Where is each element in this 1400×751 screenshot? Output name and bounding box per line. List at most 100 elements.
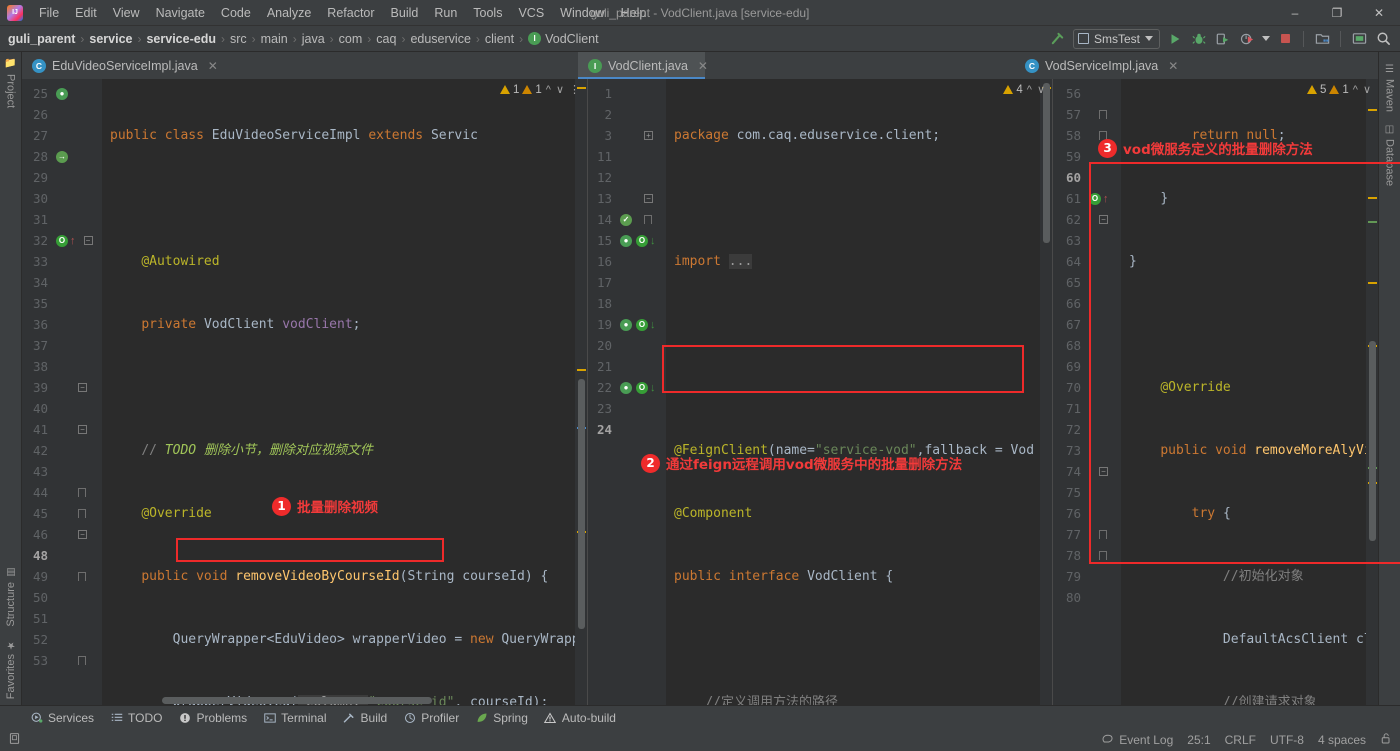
breadcrumb-item-main[interactable]: main (261, 32, 288, 46)
fold-end-icon[interactable] (78, 656, 86, 665)
chevron-up-icon[interactable]: ^ (1026, 84, 1033, 96)
breadcrumb-item-vodclient[interactable]: I VodClient (528, 32, 599, 46)
tab-eduvideoserviceimpl[interactable]: C EduVideoServiceImpl.java ✕ (22, 52, 218, 79)
override-icon[interactable]: O (56, 234, 68, 247)
menu-tools[interactable]: Tools (465, 3, 510, 23)
file-encoding[interactable]: UTF-8 (1270, 733, 1304, 747)
profile-button[interactable] (1238, 30, 1256, 48)
menu-view[interactable]: View (105, 3, 148, 23)
code-content-middle[interactable]: package com.caq.eduservice.client; impor… (666, 79, 1040, 705)
chevron-down-icon[interactable]: ∨ (1362, 83, 1372, 96)
fold-icon[interactable]: − (1099, 215, 1108, 224)
vertical-scroll-thumb[interactable] (578, 379, 585, 629)
toolwindow-auto-build[interactable]: Auto-build (544, 711, 616, 725)
fold-icon[interactable]: − (644, 194, 653, 203)
override-icon[interactable]: O (636, 381, 648, 394)
inspection-widget-right[interactable]: 5 1 ^ ∨ (1306, 83, 1372, 96)
breadcrumb-item-com[interactable]: com (339, 32, 363, 46)
close-icon[interactable]: ✕ (1168, 59, 1178, 73)
toolwindow-todo[interactable]: TODO (110, 711, 162, 725)
close-icon[interactable]: ✕ (698, 59, 708, 73)
fold-icon[interactable]: − (78, 425, 87, 434)
fold-end-icon[interactable] (644, 215, 652, 224)
bean-icon[interactable]: ● (56, 87, 68, 100)
spring-bean-icon[interactable]: ✓ (620, 213, 632, 226)
breadcrumb-item-guli-parent[interactable]: guli_parent (8, 32, 75, 46)
line-separator[interactable]: CRLF (1225, 733, 1256, 747)
error-stripe-left[interactable] (575, 79, 587, 705)
minimize-button[interactable]: – (1274, 0, 1316, 26)
horizontal-scrollbar[interactable] (162, 697, 432, 704)
breadcrumb-item-caq[interactable]: caq (376, 32, 396, 46)
sidebar-item-favorites[interactable]: Favorites ★ (5, 633, 17, 705)
run-button[interactable] (1166, 30, 1184, 48)
update-project-icon[interactable] (1313, 30, 1331, 48)
inspection-widget-middle[interactable]: 4 ^ ∨ (1003, 83, 1046, 96)
code-content-left[interactable]: public class EduVideoServiceImpl extends… (102, 79, 575, 705)
code-content-right[interactable]: return null; } } @Override public void r… (1121, 79, 1366, 705)
error-stripe-middle[interactable] (1040, 79, 1052, 705)
menu-navigate[interactable]: Navigate (148, 3, 213, 23)
menu-help[interactable]: Help (613, 3, 655, 23)
chevron-down-icon[interactable] (1262, 36, 1270, 41)
search-everywhere-icon[interactable] (1374, 30, 1392, 48)
event-log-button[interactable]: Event Log (1102, 733, 1173, 748)
presentation-icon[interactable] (1350, 30, 1368, 48)
sidebar-item-maven[interactable]: ☰ Maven (1384, 58, 1396, 118)
fold-icon[interactable]: − (78, 530, 87, 539)
breadcrumb-item-service-edu[interactable]: service-edu (146, 32, 215, 46)
indent-setting[interactable]: 4 spaces (1318, 733, 1366, 747)
menu-build[interactable]: Build (383, 3, 427, 23)
more-options-icon[interactable]: ⋮ (568, 83, 581, 96)
chevron-down-icon[interactable]: ∨ (1036, 83, 1046, 96)
fold-end-icon[interactable] (1099, 530, 1107, 539)
run-configuration-selector[interactable]: SmsTest (1072, 28, 1160, 49)
implemented-icon[interactable]: ● (620, 234, 632, 247)
chevron-up-icon[interactable]: ^ (545, 84, 552, 96)
toolwindow-spring[interactable]: Spring (475, 711, 528, 725)
toolwindow-build[interactable]: Build (343, 711, 387, 725)
menu-code[interactable]: Code (213, 3, 259, 23)
chevron-up-icon[interactable]: ^ (1352, 84, 1359, 96)
menu-file[interactable]: File (31, 3, 67, 23)
sidebar-item-database[interactable]: ◫ Database (1384, 118, 1396, 192)
inspection-widget-left[interactable]: 1 1 ^ ∨ ⋮ (499, 83, 581, 96)
run-with-coverage-button[interactable] (1214, 30, 1232, 48)
breadcrumb-item-src[interactable]: src (230, 32, 247, 46)
autowired-bean-icon[interactable]: → (56, 150, 68, 163)
implemented-icon[interactable]: ● (620, 381, 632, 394)
toolwindow-services[interactable]: Services (30, 711, 94, 725)
menu-refactor[interactable]: Refactor (319, 3, 382, 23)
memory-indicator-icon[interactable] (8, 732, 21, 748)
chevron-down-icon[interactable]: ∨ (555, 83, 565, 96)
tab-vodserviceimpl[interactable]: C VodServiceImpl.java ✕ (1015, 52, 1187, 79)
menu-analyze[interactable]: Analyze (259, 3, 319, 23)
menu-edit[interactable]: Edit (67, 3, 105, 23)
tab-vodclient[interactable]: I VodClient.java ✕ (578, 52, 708, 79)
breadcrumb-item-service[interactable]: service (89, 32, 132, 46)
menu-run[interactable]: Run (426, 3, 465, 23)
unlocked-icon[interactable] (1380, 732, 1392, 748)
fold-end-icon[interactable] (1099, 551, 1107, 560)
fold-end-icon[interactable] (1099, 110, 1107, 119)
maximize-button[interactable]: ❐ (1316, 0, 1358, 26)
breadcrumb-item-java[interactable]: java (302, 32, 325, 46)
fold-end-icon[interactable] (78, 572, 86, 581)
debug-button[interactable] (1190, 30, 1208, 48)
fold-icon[interactable]: − (78, 383, 87, 392)
fold-end-icon[interactable] (78, 509, 86, 518)
override-icon[interactable]: O (636, 318, 648, 331)
override-icon[interactable]: O (636, 234, 648, 247)
caret-position[interactable]: 25:1 (1187, 733, 1210, 747)
stop-button[interactable] (1276, 30, 1294, 48)
fold-icon[interactable]: − (1099, 467, 1108, 476)
toolwindow-terminal[interactable]: Terminal (263, 711, 327, 725)
implemented-icon[interactable]: ● (620, 318, 632, 331)
close-button[interactable]: ✕ (1358, 0, 1400, 26)
toolwindow-problems[interactable]: Problems (178, 711, 247, 725)
error-stripe-right[interactable] (1366, 79, 1378, 705)
sidebar-item-structure[interactable]: Structure ▤ (5, 561, 17, 633)
breadcrumb-item-client[interactable]: client (485, 32, 514, 46)
sidebar-item-project[interactable]: 📁 Project (5, 52, 17, 114)
vertical-scroll-thumb[interactable] (1369, 341, 1376, 541)
